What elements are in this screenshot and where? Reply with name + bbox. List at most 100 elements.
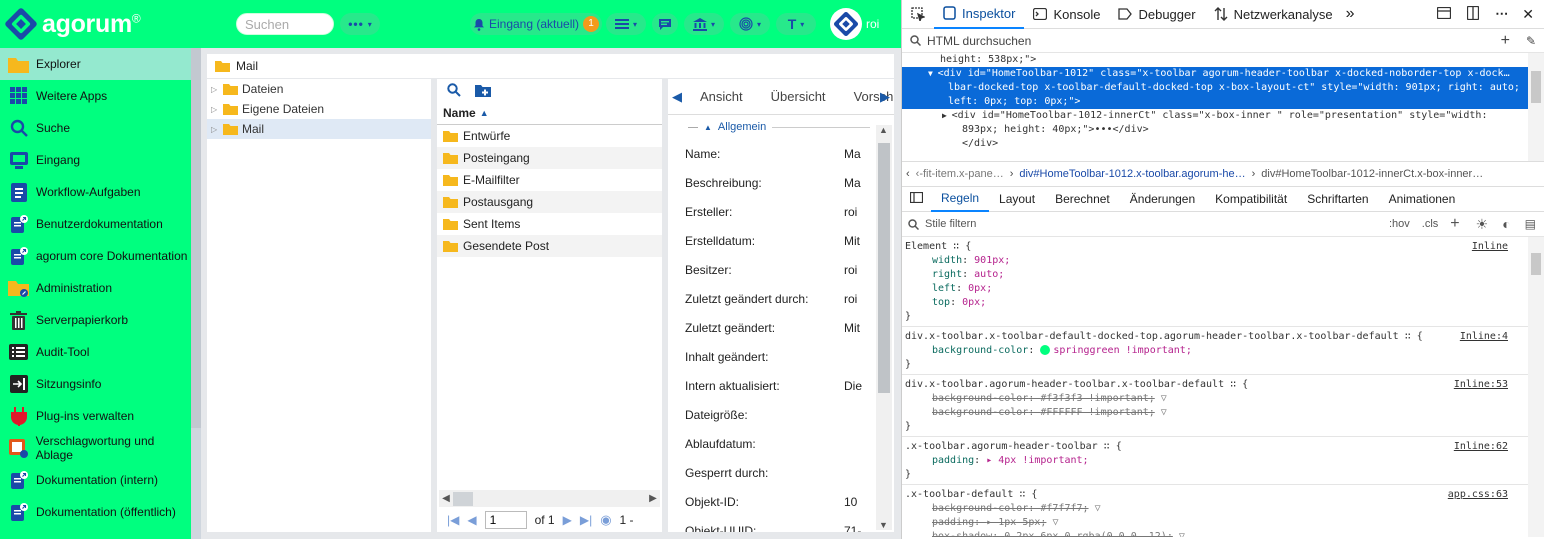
scroll-right-icon[interactable]: ▶ [646,493,660,504]
add-node-icon[interactable]: + [1501,32,1520,50]
split-icon[interactable] [1459,5,1487,23]
print-icon[interactable]: ▤ [1521,217,1544,231]
scroll-up-icon[interactable]: ▲ [879,125,888,135]
markup-line[interactable]: </div> [902,137,1544,151]
tab-layout[interactable]: Layout [989,187,1045,212]
prev-page-icon[interactable]: ◀ [467,513,476,527]
sidebar-toggle-icon[interactable] [902,191,931,206]
list-item[interactable]: Sent Items [437,213,662,235]
filter-icon[interactable]: ▽ [1179,531,1185,537]
selected-node[interactable]: ▼ <div id="HomeToolbar-1012" class="x-to… [902,67,1528,109]
css-declaration[interactable]: left: 0px; [905,282,1524,296]
inbox-button[interactable]: Eingang (aktuell) 1 [470,13,602,35]
filter-icon[interactable]: ▽ [1095,503,1101,514]
filter-icon[interactable]: ▽ [1052,517,1058,528]
sidebar-item-weitere-apps[interactable]: Weitere Apps [0,80,191,112]
eyedropper-icon[interactable]: ✎ [1526,34,1544,48]
rule-source[interactable]: Inline:53 [1454,378,1508,392]
sidebar-splitter[interactable] [191,48,201,539]
list-item[interactable]: Postausgang [437,191,662,213]
css-declaration[interactable]: background-color: #f7f7f7; ▽ [905,502,1524,516]
sidebar-item-administration[interactable]: Administration [0,272,191,304]
tab-debugger[interactable]: Debugger [1109,0,1204,29]
pick-element-button[interactable] [902,0,934,29]
hov-toggle[interactable]: :hov [1389,218,1410,230]
list-item[interactable]: Entwürfe [437,125,662,147]
close-icon[interactable]: ✕ [1516,6,1544,23]
tree-node[interactable]: ▷ Dateien [207,79,431,99]
more-tabs-icon[interactable]: » [1342,5,1355,23]
rule-source[interactable]: Inline:4 [1460,330,1508,344]
agorum-logo[interactable]: agorum® [4,6,141,42]
tab-ansicht[interactable]: Ansicht [686,89,757,104]
next-page-icon[interactable]: ▶ [563,513,572,527]
chat-button[interactable] [652,13,678,35]
sidebar-item-plug-ins-verwalten[interactable]: Plug-ins verwalten [0,400,191,432]
markup-line[interactable]: height: 538px;"> [902,53,1544,67]
tab-kompatibilität[interactable]: Kompatibilität [1205,187,1297,212]
rule-source[interactable]: app.css:63 [1448,488,1508,502]
css-declaration[interactable]: background-color: springgreen !important… [905,344,1524,358]
cls-toggle[interactable]: .cls [1416,218,1439,230]
dark-mode-icon[interactable]: ◐ [1498,216,1514,232]
breadcrumb-item[interactable]: div#HomeToolbar-1012-innerCt.x-box-inner… [1261,168,1483,180]
css-rule[interactable]: div.x-toolbar.x-toolbar-default-docked-t… [902,327,1528,375]
sidebar-item-audit-tool[interactable]: Audit-Tool [0,336,191,368]
filter-icon[interactable]: ▽ [1161,393,1167,404]
fingerprint-button[interactable]: ▾ [730,13,770,35]
expand-icon[interactable]: ▷ [211,105,219,114]
color-swatch[interactable] [1040,345,1051,355]
first-page-icon[interactable]: |◀ [447,513,459,527]
light-mode-icon[interactable]: ☀ [1472,216,1493,233]
tab-inspektor[interactable]: Inspektor [934,0,1025,29]
tree-node[interactable]: ▷ Mail [207,119,431,139]
css-declaration[interactable]: right: auto; [905,268,1524,282]
tab-netzwerkanalyse[interactable]: Netzwerkanalyse [1205,0,1342,29]
css-declaration[interactable]: padding: ▸ 4px !important; [905,454,1524,468]
sidebar-item-sitzungsinfo[interactable]: Sitzungsinfo [0,368,191,400]
breadcrumb-back-icon[interactable]: ‹ [906,168,910,180]
tabs-prev-icon[interactable]: ◀ [668,89,686,105]
css-declaration[interactable]: padding: ▸ 1px 5px; ▽ [905,516,1524,530]
sidebar-item-agorum-core-dokumentation[interactable]: agorum core Dokumentation [0,240,191,272]
user-name[interactable]: roi [866,17,879,31]
list-item[interactable]: E-Mailfilter [437,169,662,191]
css-declaration[interactable]: box-shadow: 0 2px 6px 0 rgba(0,0,0,.12);… [905,530,1524,537]
institution-button[interactable]: ▾ [684,13,724,35]
add-rule-icon[interactable]: + [1444,215,1465,233]
list-item[interactable]: Gesendete Post [437,235,662,257]
styles-filter[interactable]: Stile filtern :hov .cls + ☀ ◐ ▤ [902,212,1544,237]
sidebar-item-explorer[interactable]: Explorer [0,48,191,80]
sidebar-item-serverpapierkorb[interactable]: Serverpapierkorb [0,304,191,336]
css-rule[interactable]: div.x-toolbar.agorum-header-toolbar.x-to… [902,375,1528,437]
more-menu-button[interactable]: ••• ▾ [340,13,380,35]
css-rule[interactable]: .x-toolbar-default ∷ {app.css:63 backgrou… [902,485,1528,537]
sidebar-item-suche[interactable]: Suche [0,112,191,144]
markup-scrollbar[interactable] [1528,53,1544,161]
section-allgemein[interactable]: ▲ Allgemein [668,115,894,139]
sidebar-item-eingang[interactable]: Eingang [0,144,191,176]
search-icon[interactable] [447,83,461,97]
list-item[interactable]: Posteingang [437,147,662,169]
text-format-button[interactable]: T ▾ [776,13,816,35]
breadcrumb-item[interactable]: ‹-fit-item.x-pane… [916,168,1004,180]
expand-icon[interactable]: ▷ [211,85,219,94]
avatar[interactable] [830,8,862,40]
sidebar-item-verschlagwortung-und-ablage[interactable]: Verschlagwortung und Ablage [0,432,191,464]
rule-source[interactable]: Inline:62 [1454,440,1508,454]
tab-änderungen[interactable]: Änderungen [1120,187,1205,212]
css-rule[interactable]: .x-toolbar.agorum-header-toolbar ∷ {Inli… [902,437,1528,485]
filter-icon[interactable]: ▽ [1161,407,1167,418]
tab-berechnet[interactable]: Berechnet [1045,187,1120,212]
breadcrumb-item[interactable]: div#HomeToolbar-1012.x-toolbar.agorum-he… [1019,168,1245,180]
tab-schriftarten[interactable]: Schriftarten [1297,187,1378,212]
column-header-name[interactable]: Name ▲ [437,101,662,125]
rules-scrollbar[interactable] [1528,237,1544,537]
tree-node[interactable]: ▷ Eigene Dateien [207,99,431,119]
html-search[interactable]: HTML durchsuchen + ✎ [902,29,1544,53]
css-declaration[interactable]: width: 901px; [905,254,1524,268]
markup-line[interactable]: ▶ <div id="HomeToolbar-1012-innerCt" cla… [902,109,1544,123]
scroll-down-icon[interactable]: ▼ [879,520,888,530]
tab-konsole[interactable]: Konsole [1024,0,1109,29]
scroll-left-icon[interactable]: ◀ [439,493,453,504]
